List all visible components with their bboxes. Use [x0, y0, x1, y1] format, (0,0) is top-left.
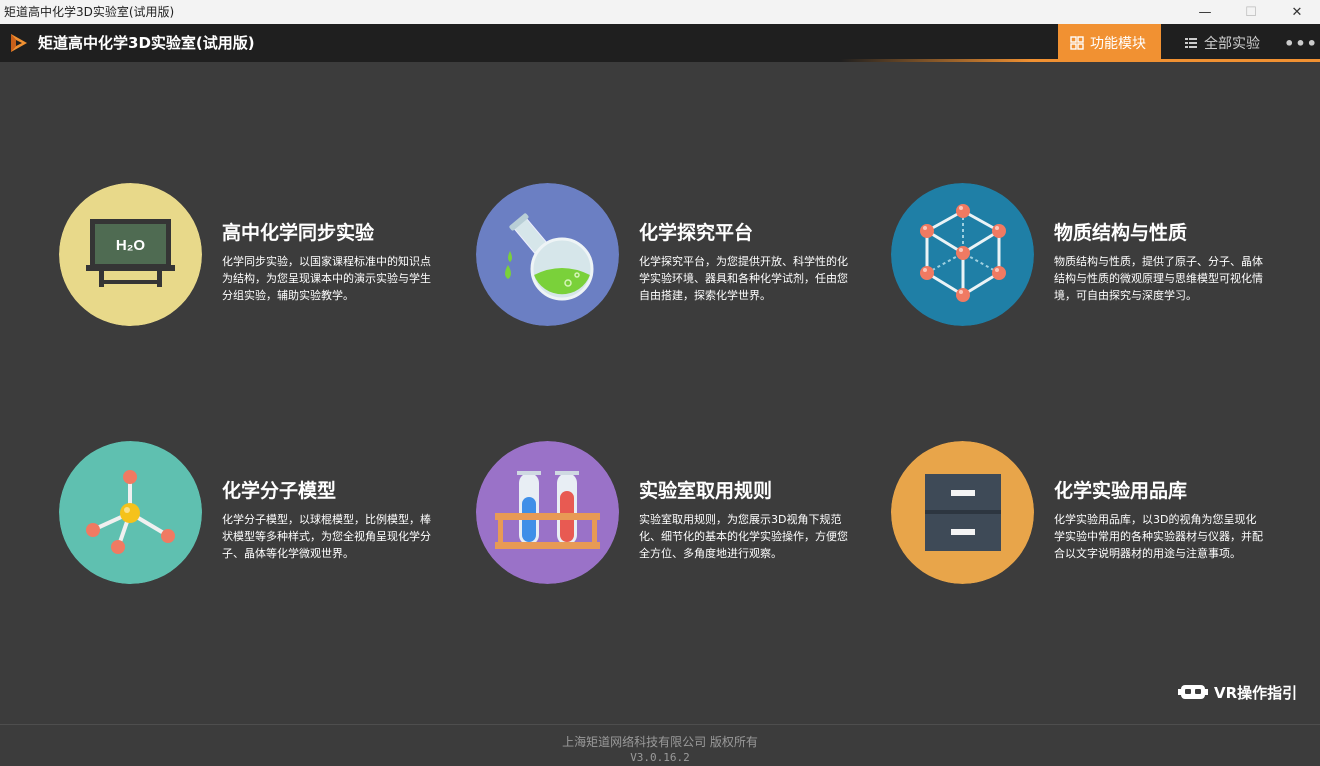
molecule-icon [59, 441, 202, 584]
module-description: 物质结构与性质，提供了原子、分子、晶体结构与性质的微观原理与思维模型可视化情境，… [1054, 255, 1263, 302]
module-description: 化学分子模型，以球棍模型，比例模型，棒状模型等多种样式，为您全视角呈现化学分子、… [222, 513, 431, 560]
module-card-molecule-models[interactable]: 化学分子模型 化学分子模型，以球棍模型，比例模型，棒状模型等多种样式，为您全视角… [59, 441, 469, 591]
window-title: 矩道高中化学3D实验室(试用版) [4, 5, 175, 19]
module-title: 实验室取用规则 [639, 480, 773, 502]
tab-all-experiments[interactable]: 全部实验 [1172, 24, 1282, 62]
maximize-button[interactable]: ☐ [1228, 0, 1274, 24]
tab-function-modules[interactable]: 功能模块 [1058, 24, 1161, 62]
footer-copyright: 上海矩道网络科技有限公司 版权所有 [562, 735, 758, 749]
module-icon-circle: H₂O [59, 183, 202, 326]
blackboard-icon: H₂O [59, 183, 202, 326]
module-title: 化学实验用品库 [1054, 480, 1188, 502]
close-button[interactable]: ✕ [1274, 0, 1320, 24]
grid-icon [1070, 36, 1084, 50]
list-icon [1185, 38, 1197, 48]
module-card-supplies-library[interactable]: 化学实验用品库 化学实验用品库，以3D的视角为您呈现化学实验中常用的各种实验器材… [891, 441, 1301, 591]
module-card-exploration-platform[interactable]: 化学探究平台 化学探究平台，为您提供开放、科学性的化学实验环境、器具和各种化学试… [476, 183, 886, 333]
module-icon-circle [891, 183, 1034, 326]
tab-label: 全部实验 [1204, 36, 1260, 52]
vr-headset-icon [1178, 685, 1208, 699]
test-tubes-icon [476, 441, 619, 584]
module-card-lab-rules[interactable]: 实验室取用规则 实验室取用规则，为您展示3D视角下规范化、细节化的基本的化学实验… [476, 441, 886, 591]
module-title: 高中化学同步实验 [222, 222, 375, 244]
app-title: 矩道高中化学3D实验室(试用版) [38, 34, 255, 52]
module-icon-circle [476, 183, 619, 326]
crystal-structure-icon [891, 183, 1034, 326]
minimize-button[interactable]: — [1182, 0, 1228, 24]
module-description: 化学实验用品库，以3D的视角为您呈现化学实验中常用的各种实验器材与仪器，并配合以… [1054, 513, 1263, 560]
footer-divider [0, 724, 1320, 725]
module-icon-circle [59, 441, 202, 584]
os-title-bar: 矩道高中化学3D实验室(试用版) — ☐ ✕ [0, 0, 1320, 24]
module-description: 化学探究平台，为您提供开放、科学性的化学实验环境、器具和各种化学试剂，任由您自由… [639, 255, 848, 302]
vr-guide-button[interactable]: VR操作指引 [1178, 680, 1297, 704]
cabinet-icon [891, 441, 1034, 584]
module-card-structure-properties[interactable]: 物质结构与性质 物质结构与性质，提供了原子、分子、晶体结构与性质的微观原理与思维… [891, 183, 1301, 333]
app-header: 矩道高中化学3D实验室(试用版) 功能模块 全部实验 ••• [0, 24, 1320, 62]
play-logo-icon [11, 34, 27, 52]
module-title: 物质结构与性质 [1054, 222, 1188, 244]
board-formula: H₂O [116, 237, 145, 254]
module-description: 化学同步实验，以国家课程标准中的知识点为结构，为您呈现课本中的演示实验与学生分组… [222, 255, 431, 302]
module-icon-circle [476, 441, 619, 584]
module-icon-circle [891, 441, 1034, 584]
module-title: 化学探究平台 [639, 222, 754, 244]
flask-icon [476, 183, 619, 326]
module-card-sync-experiments[interactable]: H₂O 高中化学同步实验 化学同步实验，以国家课程标准中的知识点为结构，为您呈现… [59, 183, 469, 333]
footer-version: V3.0.16.2 [630, 751, 690, 764]
tab-label: 功能模块 [1090, 36, 1146, 52]
module-description: 实验室取用规则，为您展示3D视角下规范化、细节化的基本的化学实验操作，方便您全方… [639, 513, 848, 560]
more-menu-button[interactable]: ••• [1284, 24, 1317, 62]
vr-guide-label: VR操作指引 [1214, 683, 1298, 702]
window-controls: — ☐ ✕ [1182, 0, 1320, 24]
module-title: 化学分子模型 [222, 480, 337, 502]
